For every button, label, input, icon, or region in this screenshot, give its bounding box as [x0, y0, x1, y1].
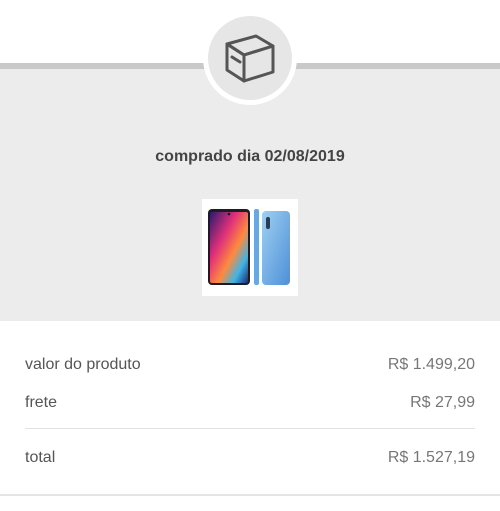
product-value-label: valor do produto — [25, 356, 141, 373]
shipping-label: frete — [25, 394, 58, 411]
purchase-date: comprado dia 02/08/2019 — [155, 148, 345, 165]
package-badge-inner — [208, 16, 292, 100]
product-thumbnail[interactable] — [202, 199, 298, 296]
package-box-icon — [225, 34, 275, 83]
summary-divider — [25, 428, 475, 429]
total-label: total — [25, 449, 56, 466]
total-row: total R$ 1.527,19 — [25, 446, 475, 470]
total-amount: R$ 1.527,19 — [387, 449, 475, 466]
package-badge — [203, 11, 297, 105]
shipping-row: frete R$ 27,99 — [25, 391, 475, 415]
phone-product-image — [208, 209, 290, 285]
shipping-amount: R$ 27,99 — [410, 394, 475, 411]
product-value-amount: R$ 1.499,20 — [387, 356, 475, 373]
bottom-divider — [0, 494, 500, 496]
product-value-row: valor do produto R$ 1.499,20 — [25, 353, 475, 377]
